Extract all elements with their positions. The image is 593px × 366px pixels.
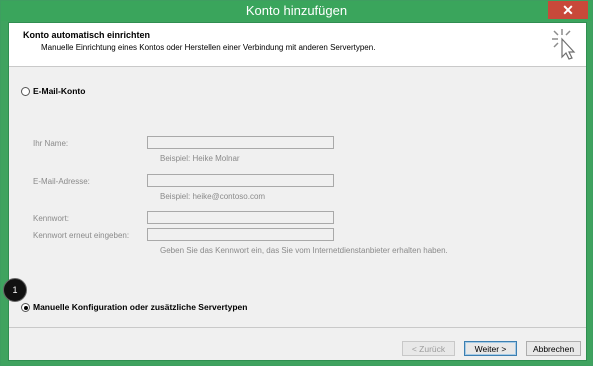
cancel-button[interactable]: Abbrechen <box>526 341 581 356</box>
email-field[interactable] <box>147 174 334 187</box>
email-account-radio[interactable] <box>21 87 30 96</box>
cursor-click-icon <box>552 29 576 60</box>
title-bar: Konto hinzufügen ✕ <box>1 1 592 21</box>
button-bar: < Zurück Weiter > Abbrechen <box>9 327 586 360</box>
password-confirm-label: Kennwort erneut eingeben: <box>33 231 130 240</box>
password-label: Kennwort: <box>33 214 70 223</box>
password-hint: Geben Sie das Kennwort ein, das Sie vom … <box>160 246 448 255</box>
header-title: Konto automatisch einrichten <box>23 30 151 40</box>
email-label: E-Mail-Adresse: <box>33 177 90 186</box>
window-title: Konto hinzufügen <box>245 3 348 18</box>
wizard-header: Konto automatisch einrichten Manuelle Ei… <box>9 23 586 67</box>
name-field[interactable] <box>147 136 334 149</box>
header-subtitle: Manuelle Einrichtung eines Kontos oder H… <box>41 43 376 52</box>
manual-config-label[interactable]: Manuelle Konfiguration oder zusätzliche … <box>33 302 247 312</box>
step-badge: 1 <box>3 278 27 302</box>
password-confirm-field[interactable] <box>147 228 334 241</box>
email-account-label[interactable]: E-Mail-Konto <box>33 86 85 96</box>
name-hint: Beispiel: Heike Molnar <box>160 154 240 163</box>
manual-config-radio[interactable] <box>21 303 30 312</box>
footer-divider <box>9 327 586 328</box>
password-field[interactable] <box>147 211 334 224</box>
name-label: Ihr Name: <box>33 139 69 148</box>
close-button[interactable]: ✕ <box>548 1 588 19</box>
next-button[interactable]: Weiter > <box>464 341 517 356</box>
dialog-window: Konto hinzufügen ✕ Konto automatisch ein… <box>0 0 593 366</box>
back-button[interactable]: < Zurück <box>402 341 455 356</box>
email-hint: Beispiel: heike@contoso.com <box>160 192 266 201</box>
dialog-client-area: Konto automatisch einrichten Manuelle Ei… <box>8 22 587 361</box>
